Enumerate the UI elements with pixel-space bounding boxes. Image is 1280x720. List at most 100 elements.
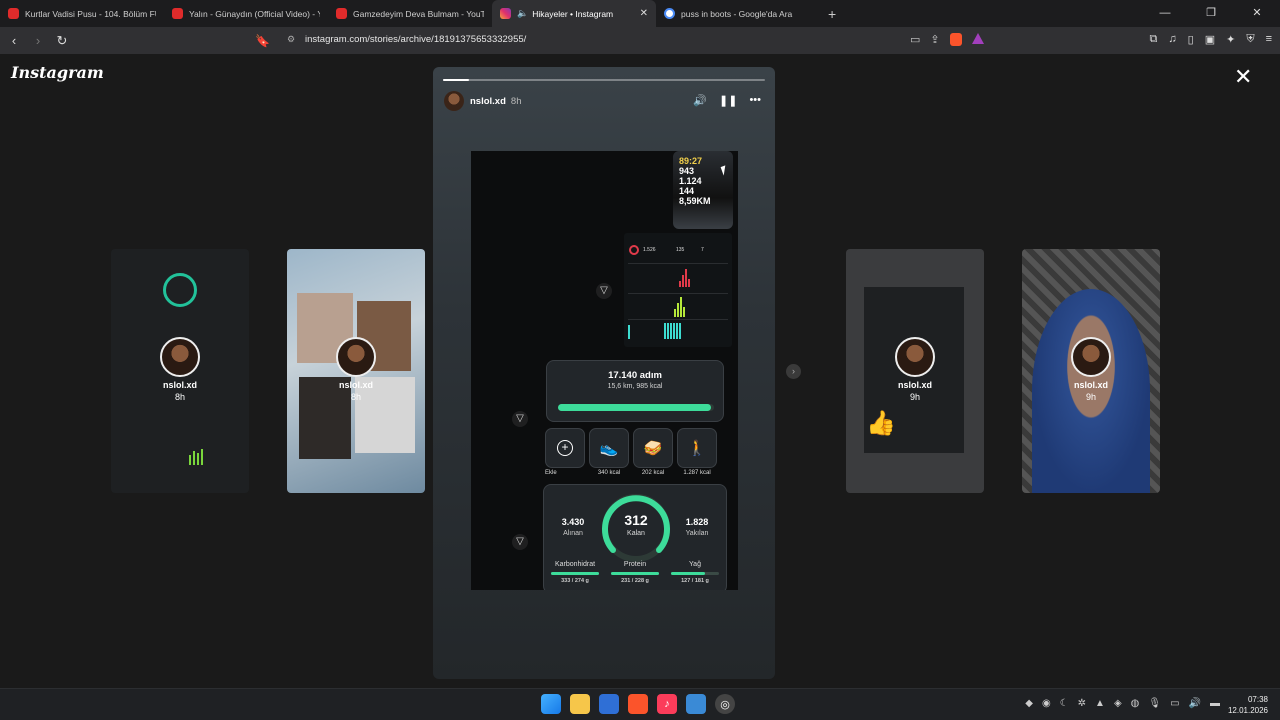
tray-icon[interactable]: ☾ [1060, 698, 1069, 709]
story-time: 8h [350, 392, 361, 402]
calories-burned: 1.828 [685, 517, 709, 527]
previous-story-card-2[interactable]: nslol.xd 8h [111, 249, 249, 493]
activity-tiles: + 👟 🥪 🚶 [545, 428, 717, 468]
network-icon[interactable]: ▭ [1170, 698, 1179, 709]
macro-value: 231 / 228 g [621, 578, 649, 584]
windows-taskbar: ♪ ◎ ◆ ◉ ☾ ✲ ▲ ◈ ◍ 🎙 ▭ 🔊 ▬ 07:38 12.01.20… [0, 688, 1280, 720]
volume-icon[interactable]: 🔊 [693, 94, 707, 107]
tab-google[interactable]: puss in boots - Google'da Ara [656, 0, 820, 27]
minimize-button[interactable]: — [1142, 0, 1188, 27]
story-time: 8h [174, 392, 185, 402]
walking-tile: 🚶 [677, 428, 717, 468]
instagram-logo[interactable]: Instagram [11, 63, 104, 82]
reload-icon[interactable]: ↻ [52, 33, 72, 49]
mini-bars [189, 449, 203, 465]
youtube-icon [172, 8, 183, 19]
calories-remaining-label: Kalan [627, 530, 645, 537]
watch-time: 89:27 [679, 156, 703, 166]
vpn-icon[interactable]: ⛨ [1246, 33, 1254, 46]
next-story-card-2[interactable]: nslol.xd 9h [1022, 249, 1160, 493]
address-toolbar: ‹ › ↻ 🔖 ⚙ instagram.com/stories/archive/… [0, 27, 1280, 54]
maximize-button[interactable]: ❐ [1188, 0, 1234, 27]
share-icon[interactable]: ⇪ [930, 33, 939, 46]
more-options-icon[interactable]: ••• [749, 94, 761, 107]
clock[interactable]: 07:38 12.01.2026 [1228, 694, 1268, 716]
photos-icon[interactable] [686, 694, 706, 714]
close-window-button[interactable]: ✕ [1234, 0, 1280, 27]
sidebar-icon[interactable]: ▯ [1188, 33, 1194, 46]
calories-taken-label: Alınan [563, 530, 583, 537]
tab-instagram[interactable]: 🔈 Hikayeler • Instagram ✕ [492, 0, 656, 27]
brave-icon[interactable] [628, 694, 648, 714]
avatar[interactable] [444, 91, 464, 111]
app-icon[interactable]: ◎ [715, 694, 735, 714]
youtube-icon [336, 8, 347, 19]
story-time: 9h [1085, 392, 1096, 402]
close-stories-button[interactable]: ✕ [1234, 66, 1252, 88]
address-bar[interactable]: 🔖 ⚙ instagram.com/stories/archive/181913… [255, 30, 997, 51]
start-icon[interactable] [541, 694, 561, 714]
send-icon[interactable]: ▽ [596, 283, 612, 299]
story-time: 9h [909, 392, 920, 402]
move-bars [679, 269, 690, 287]
calories-remaining: 312 [624, 512, 648, 528]
battery-icon[interactable]: ▬ [1210, 698, 1220, 709]
tab-strip: Kurtlar Vadisi Pusu - 104. Bölüm FULL Ya… [0, 0, 1280, 27]
shoe-icon: 👟 [599, 440, 619, 457]
send-icon[interactable]: ▽ [512, 534, 528, 550]
tab-gamzedeyim[interactable]: Gamzedeyim Deva Bulmam - YouTub [328, 0, 492, 27]
tab-yalin[interactable]: Yalın - Günaydın (Official Video) - You [164, 0, 328, 27]
food-tile: 🥪 [633, 428, 673, 468]
watch-distance: 8,59KM [679, 196, 711, 206]
avatar [160, 337, 200, 377]
volume-icon[interactable]: 🔊 [1189, 698, 1201, 709]
forward-icon[interactable]: › [28, 33, 48, 48]
cast-icon[interactable]: ▭ [910, 33, 920, 46]
steps-card: 17.140 adım 15,6 km, 985 kcal [546, 360, 724, 422]
tile-label: Ekle [545, 470, 557, 476]
media-icon[interactable]: ♫ [1168, 33, 1176, 46]
tray-icon[interactable]: ◈ [1114, 698, 1122, 709]
walking-icon: 🚶 [687, 440, 707, 457]
new-tab-button[interactable]: + [828, 6, 836, 22]
next-story-card-1[interactable]: nslol.xd 9h 👍 [846, 249, 984, 493]
youtube-icon [8, 8, 19, 19]
steam-icon[interactable]: ◉ [1042, 698, 1051, 709]
file-explorer-icon[interactable] [570, 694, 590, 714]
brave-shields-icon[interactable] [949, 33, 962, 46]
menu-icon[interactable]: ≡ [1266, 33, 1272, 46]
macro-label: Yağ [689, 561, 701, 568]
photo-thumb [1032, 289, 1150, 493]
tab-kurtlar-vadisi[interactable]: Kurtlar Vadisi Pusu - 104. Bölüm FULL [0, 0, 164, 27]
clock-time: 07:38 [1247, 695, 1268, 704]
bookmark-icon[interactable]: 🔖 [255, 34, 275, 48]
close-tab-icon[interactable]: ✕ [640, 8, 648, 19]
food-icon: 🥪 [643, 440, 663, 457]
add-tile: + [545, 428, 585, 468]
tray-icon[interactable]: ◆ [1025, 698, 1033, 709]
pause-icon[interactable]: ❚❚ [719, 94, 737, 107]
music-icon[interactable]: ♪ [657, 694, 677, 714]
story-username[interactable]: nslol.xd [470, 96, 506, 107]
leo-ai-icon[interactable]: ✦ [1226, 33, 1235, 46]
site-info-icon[interactable]: ⚙ [287, 34, 295, 45]
previous-story-card-1[interactable]: nslol.xd 8h [287, 249, 425, 493]
stand-bars [664, 323, 681, 339]
macro-protein: Protein 231 / 228 g [608, 561, 662, 584]
tray-icon[interactable]: ✲ [1078, 698, 1086, 709]
store-icon[interactable] [599, 694, 619, 714]
wallet-icon[interactable]: ▣ [1205, 33, 1215, 46]
tray-icon[interactable]: ◍ [1131, 698, 1140, 709]
speaker-icon[interactable]: 🔈 [517, 8, 528, 19]
tab-label: Yalın - Günaydın (Official Video) - You [189, 8, 320, 19]
story-username: nslol.xd [897, 380, 932, 390]
active-story[interactable]: nslol.xd 8h 🔊 ❚❚ ••• 89:27 943 1.124 144… [433, 67, 775, 679]
brave-rewards-icon[interactable] [971, 33, 984, 44]
next-story-arrow[interactable]: › [786, 364, 801, 379]
send-icon[interactable]: ▽ [512, 411, 528, 427]
url-text[interactable]: instagram.com/stories/archive/1819137565… [305, 34, 526, 45]
microphone-icon[interactable]: 🎙 [1148, 698, 1161, 709]
screenshot-icon[interactable]: ⧉ [1150, 33, 1158, 46]
back-icon[interactable]: ‹ [4, 33, 24, 48]
tray-icon[interactable]: ▲ [1095, 698, 1105, 709]
